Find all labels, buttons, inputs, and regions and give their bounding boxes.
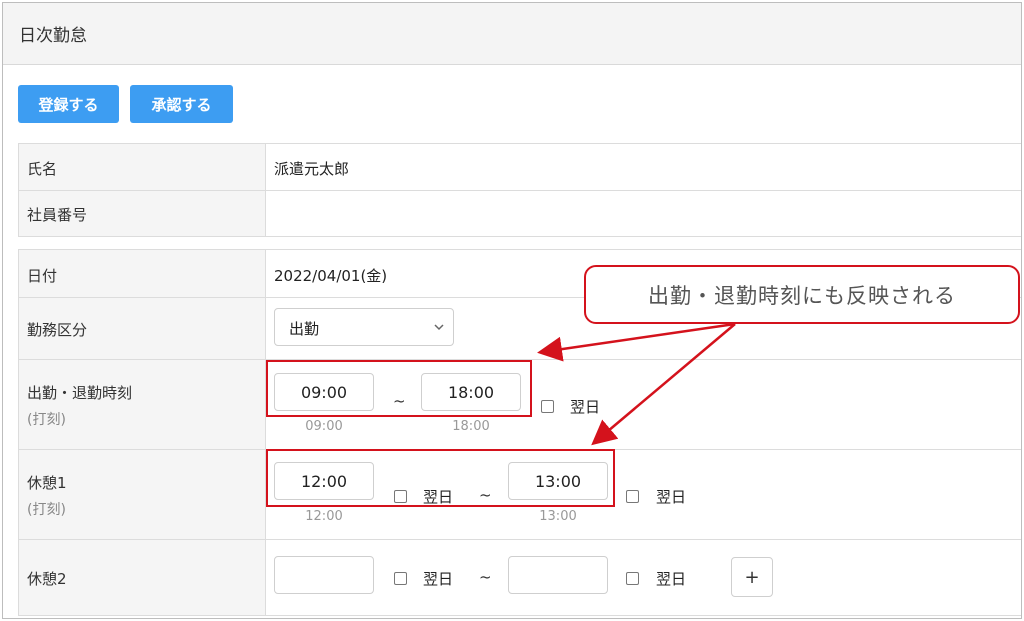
work-type-selected: 出勤 [289,320,320,338]
break1-end-next-day-checkbox[interactable] [626,490,639,503]
annotation-callout: 出勤・退勤時刻にも反映される [584,265,1020,324]
register-button[interactable]: 登録する [18,85,119,123]
row-label: 勤務区分 [18,298,266,359]
break2-label: 休憩2 [27,570,67,588]
row-label: 出勤・退勤時刻 (打刻) [18,360,266,449]
table-row: 社員番号 [18,191,1021,237]
start-stamp: 09:00 [305,419,343,434]
work-type-label: 勤務区分 [27,321,88,339]
row-label: 休憩2 [18,540,266,615]
break1-label: 休憩1 [27,474,67,492]
chevron-down-icon [434,324,444,331]
range-tilde: ~ [479,568,492,586]
row-label: 社員番号 [18,191,266,236]
break2-start-next-day-checkbox[interactable] [394,572,407,585]
break1-end-stamp: 13:00 [539,509,577,524]
date-value: 2022/04/01(金) [274,267,388,285]
date-label: 日付 [27,267,58,285]
work-times-highlight [266,360,532,417]
break1-sub-label: (打刻) [27,502,66,518]
break1-highlight [266,449,615,507]
name-value: 派遣元太郎 [274,160,350,178]
break2-end-next-day-label: 翌日 [656,570,687,588]
row-label: 日付 [18,250,266,297]
name-label: 氏名 [27,160,58,178]
break2-end-next-day-checkbox[interactable] [626,572,639,585]
next-day-label: 翌日 [570,398,601,416]
table-row: 休憩2 翌日 ~ 翌日 + [18,540,1021,616]
row-label: 休憩1 (打刻) [18,450,266,539]
table-row: 氏名 派遣元太郎 [18,144,1021,191]
break2-end-input[interactable] [508,556,608,594]
page-header: 日次勤怠 [3,3,1021,65]
break2-start-input[interactable] [274,556,374,594]
row-label: 氏名 [18,144,266,190]
break1-end-next-day-label: 翌日 [656,488,687,506]
employee-table: 氏名 派遣元太郎 社員番号 [18,143,1021,237]
page-title: 日次勤怠 [19,26,87,46]
end-stamp: 18:00 [452,419,490,434]
employee-number-label: 社員番号 [27,206,88,224]
add-break-button[interactable]: + [731,557,773,597]
break1-start-stamp: 12:00 [305,509,343,524]
work-times-label: 出勤・退勤時刻 [27,384,133,402]
next-day-checkbox[interactable] [541,400,554,413]
approve-button[interactable]: 承認する [130,85,233,123]
work-times-sub-label: (打刻) [27,412,66,428]
work-type-select[interactable]: 出勤 [274,308,454,346]
break2-start-next-day-label: 翌日 [423,570,454,588]
